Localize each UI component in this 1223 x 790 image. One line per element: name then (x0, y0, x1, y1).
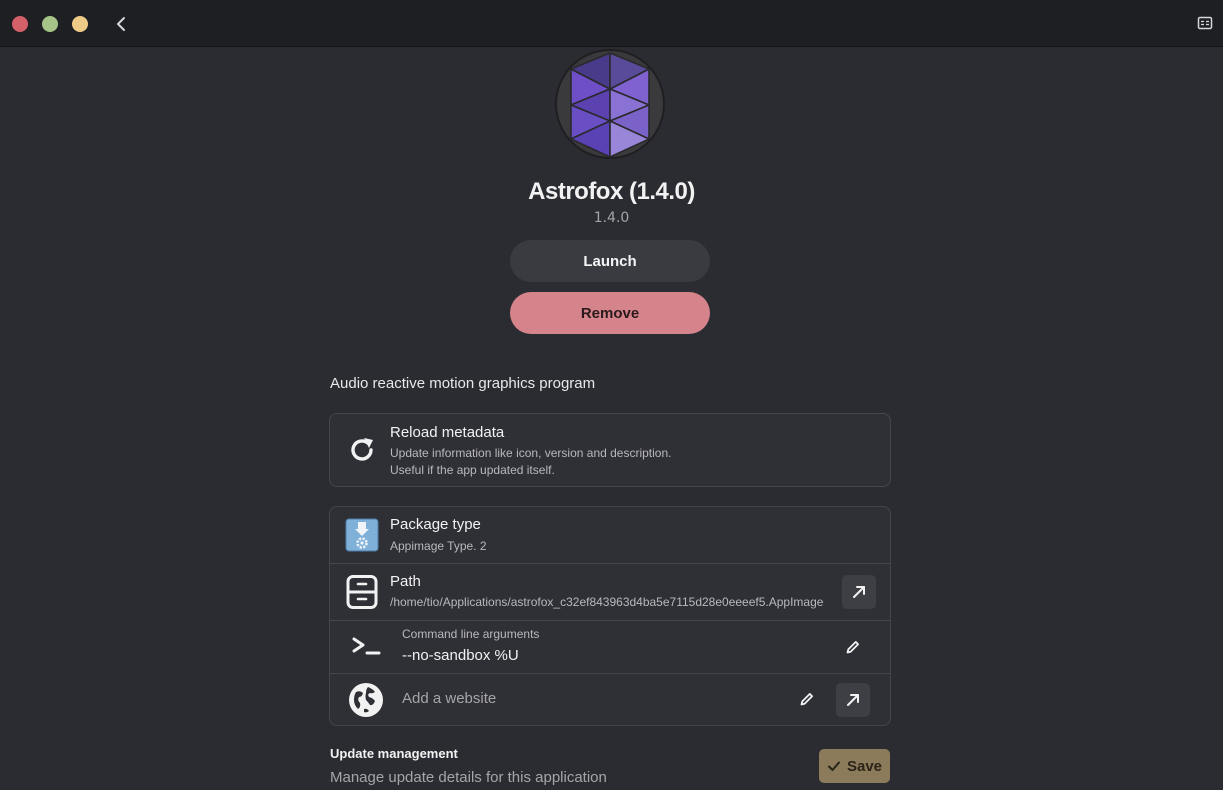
pencil-icon (800, 693, 813, 706)
path-row: Path /home/tio/Applications/astrofox_c32… (330, 564, 890, 621)
package-type-title: Package type (390, 516, 481, 533)
path-title: Path (390, 573, 421, 590)
package-icon (344, 517, 380, 553)
save-button[interactable]: Save (819, 749, 890, 783)
reload-icon (344, 432, 380, 468)
minimize-window-button[interactable] (42, 16, 58, 32)
checkmark-icon (827, 761, 840, 771)
app-description: Audio reactive motion graphics program (330, 375, 596, 392)
maximize-window-button[interactable] (72, 16, 88, 32)
website-row: Add a website (330, 674, 890, 725)
open-external-icon (853, 586, 865, 598)
edit-command-line-button[interactable] (839, 633, 867, 661)
open-external-icon (847, 694, 859, 706)
reload-title: Reload metadata (390, 424, 505, 441)
open-website-button[interactable] (836, 683, 870, 717)
app-version: 1.4.0 (593, 210, 630, 226)
astrofox-logo-icon (555, 49, 665, 159)
package-type-value: Appimage Type. 2 (390, 539, 487, 553)
website-input[interactable]: Add a website (402, 690, 496, 707)
save-label: Save (846, 757, 883, 775)
globe-icon (348, 682, 384, 718)
command-line-row: Command line arguments --no-sandbox %U (330, 621, 890, 674)
edit-website-button[interactable] (793, 685, 821, 713)
reload-metadata-card[interactable]: Reload metadata Update information like … (329, 413, 891, 487)
launch-button[interactable]: Launch (510, 240, 710, 282)
update-management-subtitle: Manage update details for this applicati… (330, 769, 607, 786)
open-path-button[interactable] (842, 575, 876, 609)
path-value: /home/tio/Applications/astrofox_c32ef843… (390, 595, 824, 609)
app-icon (555, 49, 665, 159)
close-window-button[interactable] (12, 16, 28, 32)
chevron-left-icon (117, 17, 125, 31)
menu-button[interactable] (1197, 15, 1213, 31)
package-type-row: Package type Appimage Type. 2 (330, 507, 890, 564)
menu-icon (1197, 16, 1213, 30)
update-management-title: Update management (330, 746, 458, 761)
reload-description-line2: Useful if the app updated itself. (390, 463, 555, 477)
back-button[interactable] (110, 12, 132, 36)
app-title: Astrofox (1.4.0) (528, 178, 695, 205)
title-bar (0, 0, 1223, 47)
terminal-icon (348, 629, 384, 665)
app-info-card: Package type Appimage Type. 2 Path /home… (329, 506, 891, 726)
reload-description-line1: Update information like icon, version an… (390, 446, 672, 460)
command-line-label: Command line arguments (402, 627, 540, 641)
pencil-icon (846, 641, 859, 654)
cabinet-icon (344, 574, 380, 610)
remove-button[interactable]: Remove (510, 292, 710, 334)
command-line-input[interactable]: --no-sandbox %U (402, 647, 519, 664)
